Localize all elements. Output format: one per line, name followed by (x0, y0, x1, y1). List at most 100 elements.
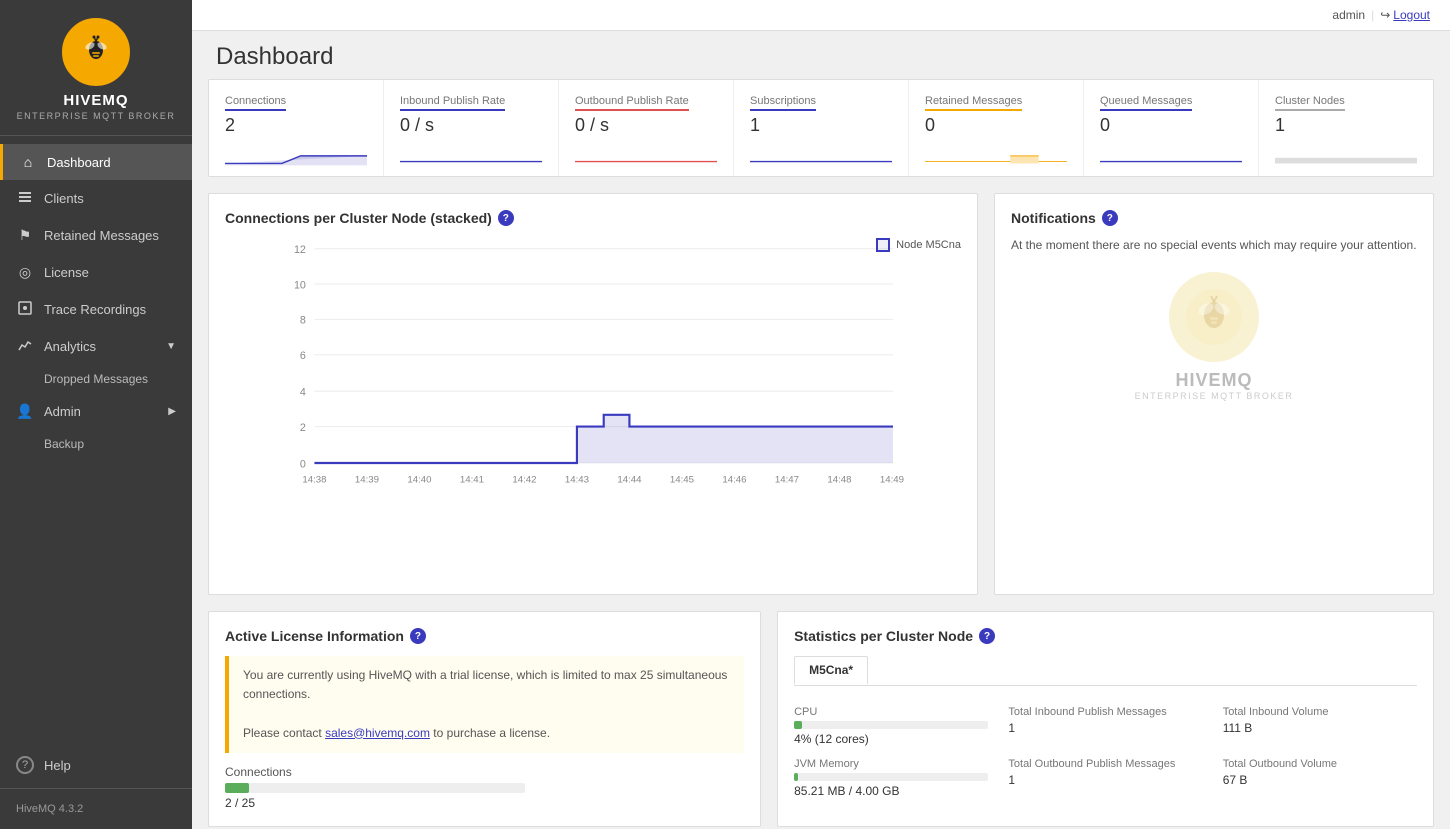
license-email-link[interactable]: sales@hivemq.com (325, 726, 430, 740)
stat-cluster-sparkline (1275, 142, 1417, 166)
sidebar-footer: HiveMQ 4.3.2 (0, 788, 192, 829)
sidebar-item-admin[interactable]: 👤 Admin ▶ (0, 393, 192, 430)
stat-cluster-label: Cluster Nodes (1275, 95, 1345, 111)
svg-text:6: 6 (300, 350, 306, 362)
trace-recordings-icon (16, 301, 34, 318)
help-label: Help (44, 758, 71, 773)
jvm-bar (794, 773, 798, 781)
notif-bee-icon (1169, 272, 1259, 362)
svg-text:10: 10 (294, 279, 306, 291)
stat-subscriptions-sparkline (750, 142, 892, 166)
logout-link[interactable]: ↪ Logout (1380, 8, 1430, 22)
admin-expand-icon: ▶ (168, 406, 176, 417)
svg-text:0: 0 (300, 458, 306, 470)
notifications-message: At the moment there are no special event… (1011, 238, 1417, 252)
node-tab-m5cna[interactable]: M5Cna* (794, 656, 868, 685)
license-icon: ◎ (16, 264, 34, 281)
logo-sub: ENTERPRISE MQTT BROKER (17, 111, 176, 121)
sidebar-item-clients[interactable]: Clients (0, 180, 192, 217)
svg-text:4: 4 (300, 387, 306, 399)
total-outbound-vol-label: Total Outbound Volume (1223, 758, 1417, 770)
sidebar-label-retained-messages: Retained Messages (44, 228, 159, 243)
connections-label: Connections (225, 765, 744, 779)
notifications-logo: HIVEMQ ENTERPRISE MQTT BROKER (1011, 272, 1417, 401)
jvm-value: 85.21 MB / 4.00 GB (794, 784, 988, 798)
connections-chart-card: Connections per Cluster Node (stacked) ?… (208, 193, 978, 595)
stat-inbound-sparkline (400, 142, 542, 166)
cpu-value: 4% (12 cores) (794, 732, 988, 746)
total-inbound-pub-value: 1 (1008, 721, 1202, 735)
node-stat-total-inbound-vol: Total Inbound Volume 111 B (1223, 706, 1417, 746)
total-inbound-vol-value: 111 B (1223, 721, 1417, 735)
topbar-user: admin (1332, 8, 1365, 22)
stat-queued-sparkline (1100, 142, 1242, 166)
version-text: HiveMQ 4.3.2 (16, 803, 83, 815)
notif-logo-sub: ENTERPRISE MQTT BROKER (1135, 391, 1294, 401)
total-inbound-vol-label: Total Inbound Volume (1223, 706, 1417, 718)
svg-text:14:42: 14:42 (512, 474, 536, 485)
cpu-label: CPU (794, 706, 988, 718)
help-icon: ? (16, 756, 34, 774)
stat-retained-label: Retained Messages (925, 95, 1022, 111)
sidebar-label-admin: Admin (44, 404, 81, 419)
license-help-icon[interactable]: ? (410, 628, 426, 644)
sidebar-item-dropped-messages[interactable]: Dropped Messages (0, 365, 192, 393)
node-tabs: M5Cna* (794, 656, 1417, 686)
sidebar-item-trace-recordings[interactable]: Trace Recordings (0, 291, 192, 328)
sidebar-item-analytics[interactable]: Analytics ▼ (0, 328, 192, 365)
sidebar-item-retained-messages[interactable]: ⚑ Retained Messages (0, 217, 192, 254)
license-title: Active License Information ? (225, 628, 744, 644)
notifications-help-icon[interactable]: ? (1102, 210, 1118, 226)
svg-text:14:47: 14:47 (775, 474, 799, 485)
sidebar-nav: ⌂ Dashboard Clients ⚑ Retained Messages … (0, 136, 192, 742)
svg-text:14:39: 14:39 (355, 474, 379, 485)
stat-cluster-value: 1 (1275, 115, 1417, 136)
stat-retained-value: 0 (925, 115, 1067, 136)
notifications-card: Notifications ? At the moment there are … (994, 193, 1434, 595)
sidebar-item-dashboard[interactable]: ⌂ Dashboard (0, 144, 192, 180)
stat-connections-value: 2 (225, 115, 367, 136)
bee-logo-icon (74, 30, 118, 74)
stat-subscriptions-value: 1 (750, 115, 892, 136)
logout-arrow-icon: ↪ (1380, 8, 1390, 22)
legend-box-node (876, 238, 890, 252)
cluster-stats-help-icon[interactable]: ? (979, 628, 995, 644)
logo-circle (62, 18, 130, 86)
total-outbound-vol-value: 67 B (1223, 773, 1417, 787)
chart-help-icon[interactable]: ? (498, 210, 514, 226)
page-header: Dashboard (192, 31, 1450, 79)
svg-text:14:41: 14:41 (460, 474, 484, 485)
svg-text:2: 2 (300, 422, 306, 434)
total-outbound-pub-value: 1 (1008, 773, 1202, 787)
svg-text:14:40: 14:40 (407, 474, 431, 485)
sidebar-label-dashboard: Dashboard (47, 155, 111, 170)
stat-inbound-label: Inbound Publish Rate (400, 95, 505, 111)
stat-queued-value: 0 (1100, 115, 1242, 136)
license-warning: You are currently using HiveMQ with a tr… (225, 656, 744, 753)
stat-inbound-publish-rate: Inbound Publish Rate 0 / s (384, 80, 559, 176)
sidebar-label-trace-recordings: Trace Recordings (44, 302, 146, 317)
jvm-bar-wrap (794, 773, 988, 781)
cpu-bar (794, 721, 802, 729)
stat-outbound-sparkline (575, 142, 717, 166)
retained-messages-icon: ⚑ (16, 227, 34, 244)
sidebar-item-backup[interactable]: Backup (0, 430, 192, 458)
svg-text:14:44: 14:44 (617, 474, 642, 485)
dashboard-icon: ⌂ (19, 154, 37, 170)
analytics-icon (16, 338, 34, 355)
svg-text:14:45: 14:45 (670, 474, 694, 485)
svg-text:8: 8 (300, 315, 306, 327)
stat-outbound-label: Outbound Publish Rate (575, 95, 689, 111)
logo-name: HIVEMQ (63, 92, 128, 109)
stat-connections: Connections 2 (209, 80, 384, 176)
legend-label-node: Node M5Cna (896, 239, 961, 251)
stat-queued-messages: Queued Messages 0 (1084, 80, 1259, 176)
sidebar-label-dropped-messages: Dropped Messages (44, 372, 148, 386)
topbar-separator: | (1371, 8, 1374, 22)
sidebar-item-license[interactable]: ◎ License (0, 254, 192, 291)
admin-icon: 👤 (16, 403, 34, 420)
stat-subscriptions-label: Subscriptions (750, 95, 816, 111)
notif-logo-name: HIVEMQ (1175, 370, 1252, 391)
connections-info: Connections 2 / 25 (225, 765, 744, 810)
help-item[interactable]: ? Help (0, 742, 192, 788)
